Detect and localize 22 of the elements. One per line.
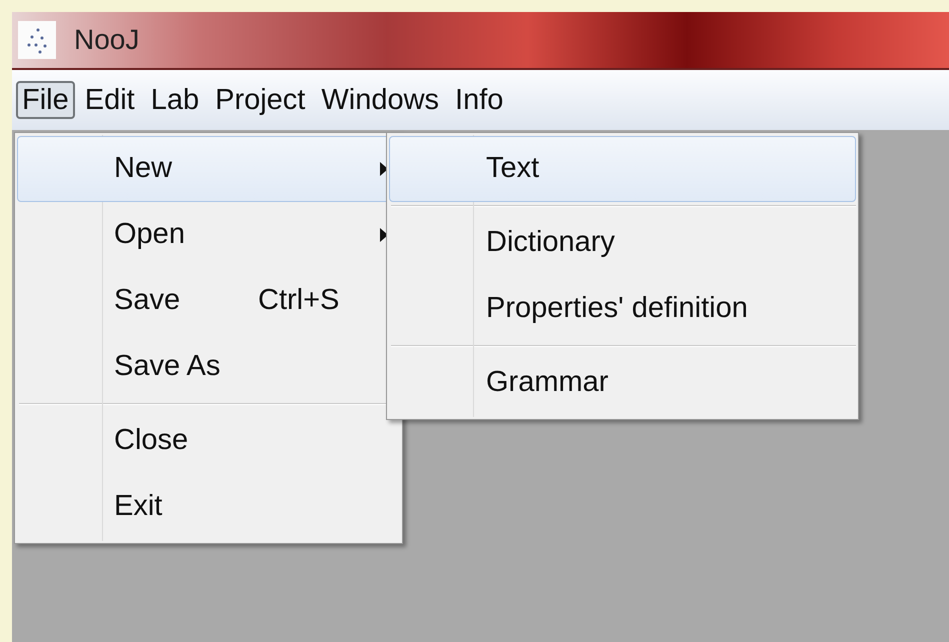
menu-bar-item[interactable]: Edit	[78, 80, 141, 120]
menu-bar-item[interactable]: Lab	[144, 80, 206, 120]
menu-item-label: Grammar	[486, 365, 608, 400]
menu-item-label: Save	[114, 283, 180, 318]
menu-item[interactable]: Properties' definition	[389, 276, 856, 342]
menu-item[interactable]: Text	[389, 136, 856, 202]
menu-item-label: Close	[114, 423, 188, 458]
menu-item-label: Open	[114, 217, 185, 252]
shortcut-label: Ctrl+S	[258, 283, 340, 318]
menu-item-label: Exit	[114, 489, 162, 524]
menu-item-label: Dictionary	[486, 225, 615, 260]
menu-item-label: Text	[486, 151, 540, 186]
menu-bar-item[interactable]: File	[16, 80, 75, 120]
menu-item[interactable]: Dictionary	[389, 210, 856, 276]
menu-item-label: Properties' definition	[486, 291, 748, 326]
menu-bar-item[interactable]: Info	[449, 80, 510, 120]
menu-item[interactable]: Exit	[17, 474, 400, 540]
menu-item-label: New	[114, 151, 172, 186]
window-title: NooJ	[74, 23, 140, 57]
menu-bar-item[interactable]: Windows	[315, 80, 446, 120]
menu-bar-item[interactable]: Project	[209, 80, 312, 120]
menu-item-label: Save As	[114, 349, 220, 384]
